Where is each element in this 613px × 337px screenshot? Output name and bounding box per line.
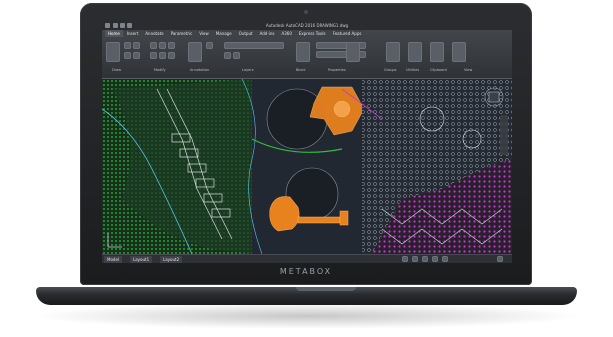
panel-properties: Properties (328, 68, 346, 72)
scale-tool-icon[interactable] (168, 52, 175, 59)
line-tool-icon[interactable] (106, 42, 120, 62)
cad-drawing (102, 79, 512, 254)
tab-a360[interactable]: A360 (278, 30, 295, 37)
layout-tab-layout1[interactable]: Layout1 (130, 256, 153, 263)
tab-insert[interactable]: Insert (123, 30, 142, 37)
tab-parametric[interactable]: Parametric (167, 30, 196, 37)
arc-tool-icon[interactable] (133, 42, 140, 49)
status-bar: Model Layout1 Layout2 (102, 254, 512, 263)
group-icon[interactable] (386, 42, 400, 62)
laptop-screen: Autodesk AutoCAD 2016 DRAWING1.dwg Home … (102, 22, 512, 263)
osnap-icon[interactable] (442, 256, 448, 262)
rotate-tool-icon[interactable] (159, 42, 166, 49)
table-shadow (30, 303, 583, 329)
layout-tab-model[interactable]: Model (104, 256, 123, 263)
snap-icon[interactable] (412, 256, 418, 262)
mirror-tool-icon[interactable] (159, 52, 166, 59)
ribbon-tabs: Home Insert Annotate Parametric View Man… (102, 30, 512, 38)
move-tool-icon[interactable] (150, 42, 157, 49)
panel-view: View (464, 68, 473, 72)
panel-draw: Draw (112, 68, 122, 72)
panel-annotation: Annotation (190, 68, 210, 72)
panel-layers: Layers (242, 68, 254, 72)
properties-icon[interactable] (346, 42, 360, 62)
webcam-icon (304, 10, 308, 14)
tab-add-ins[interactable]: Add-ins (256, 30, 278, 37)
panel-clipboard: Clipboard (430, 68, 447, 72)
hinge-notch (296, 287, 356, 291)
tab-view[interactable]: View (196, 30, 212, 37)
panel-modify: Modify (154, 68, 166, 72)
circle-tool-icon[interactable] (124, 52, 131, 59)
layer-icon[interactable] (224, 52, 231, 59)
grid-icon[interactable] (402, 256, 408, 262)
trim-tool-icon[interactable] (168, 42, 175, 49)
laptop-base (36, 287, 577, 305)
measure-icon[interactable] (408, 42, 422, 62)
laptop: Autodesk AutoCAD 2016 DRAWING1.dwg Home … (0, 0, 613, 337)
panel-groups: Groups (384, 68, 397, 72)
ribbon: Autodesk AutoCAD 2016 DRAWING1.dwg Home … (102, 22, 512, 79)
tab-express-tools[interactable]: Express Tools (295, 30, 329, 37)
rectangle-tool-icon[interactable] (133, 52, 140, 59)
tab-annotate[interactable]: Annotate (142, 30, 167, 37)
tab-manage[interactable]: Manage (212, 30, 235, 37)
title-bar: Autodesk AutoCAD 2016 DRAWING1.dwg (102, 22, 512, 30)
base-view-icon[interactable] (452, 42, 466, 62)
navigation-bar[interactable] (500, 115, 508, 155)
customize-icon[interactable] (497, 256, 503, 262)
ortho-icon[interactable] (422, 256, 428, 262)
brand-logo: METABOX (279, 267, 333, 276)
panel-block: Block (296, 68, 306, 72)
layer-dropdown[interactable] (224, 42, 284, 49)
paste-icon[interactable] (430, 42, 444, 62)
layer-properties-icon[interactable] (233, 52, 240, 59)
window-title: Autodesk AutoCAD 2016 DRAWING1.dwg (265, 23, 349, 28)
polar-icon[interactable] (432, 256, 438, 262)
tab-home[interactable]: Home (105, 30, 123, 37)
drawing-canvas[interactable] (102, 79, 512, 254)
copy-tool-icon[interactable] (150, 52, 157, 59)
block-icon[interactable] (296, 42, 310, 62)
tab-output[interactable]: Output (235, 30, 256, 37)
layout-tab-layout2[interactable]: Layout2 (160, 256, 183, 263)
dimension-tool-icon[interactable] (206, 42, 213, 49)
text-tool-icon[interactable] (188, 42, 202, 62)
tab-featured-apps[interactable]: Featured Apps (329, 30, 365, 37)
panel-utilities: Utilities (406, 68, 420, 72)
polyline-tool-icon[interactable] (124, 42, 131, 49)
